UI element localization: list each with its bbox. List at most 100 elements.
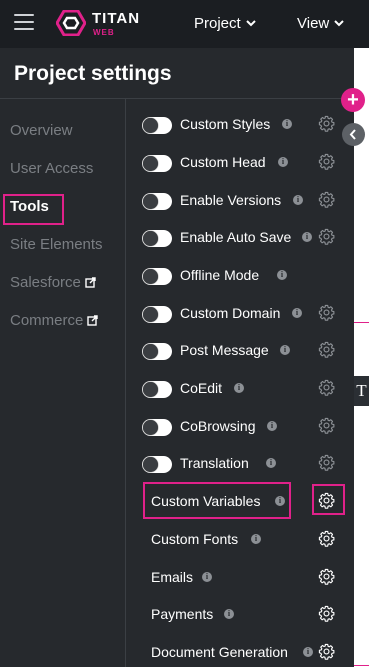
view-menu[interactable]: View (297, 15, 344, 32)
canvas-guide-line (354, 322, 369, 323)
nav-item-overview[interactable]: Overview (10, 122, 73, 139)
hamburger-menu-icon[interactable] (14, 14, 34, 32)
custom-domain-toggle[interactable] (142, 306, 172, 323)
setting-row-coedit: CoEdit i (140, 378, 340, 404)
nav-item-salesforce[interactable]: Salesforce (10, 274, 96, 291)
gear-icon[interactable] (318, 379, 335, 396)
gear-icon[interactable] (318, 643, 335, 660)
setting-label: Post Message (180, 342, 269, 358)
setting-row-custom-styles: Custom Styles i (140, 114, 340, 140)
info-icon[interactable]: i (303, 647, 313, 657)
setting-label: Enable Versions (180, 192, 282, 208)
setting-row-post-message: Post Message i (140, 340, 340, 366)
project-menu[interactable]: Project (194, 15, 256, 32)
info-icon[interactable]: i (292, 308, 302, 318)
info-icon[interactable]: i (234, 383, 244, 393)
panel-title: Project settings (14, 62, 172, 85)
external-link-icon (87, 315, 99, 326)
info-icon[interactable]: i (224, 609, 234, 619)
gear-icon[interactable] (318, 228, 335, 245)
gear-icon[interactable] (318, 304, 335, 321)
gear-icon[interactable] (318, 153, 335, 170)
setting-row-custom-head: Custom Head i (140, 152, 340, 178)
brand-name: TITAN (92, 10, 141, 27)
custom-head-toggle[interactable] (142, 155, 172, 172)
view-menu-label: View (297, 15, 330, 32)
gear-icon[interactable] (318, 605, 335, 622)
setting-row-payments: Payments i (140, 604, 340, 630)
setting-label: Custom Variables (151, 493, 261, 509)
info-icon[interactable]: i (275, 496, 285, 506)
nav-item-site-elements[interactable]: Site Elements (10, 236, 103, 253)
info-icon[interactable]: i (267, 421, 277, 431)
setting-label: Translation (180, 455, 249, 471)
info-icon[interactable]: i (293, 195, 303, 205)
setting-label: Enable Auto Save (180, 229, 292, 245)
divider (125, 99, 126, 667)
gear-icon[interactable] (318, 530, 335, 547)
divider (0, 98, 354, 99)
setting-label: Offline Mode (180, 267, 260, 283)
setting-label: Custom Styles (180, 116, 271, 132)
gear-icon[interactable] (318, 191, 335, 208)
top-app-bar: TITAN WEB Project View (0, 0, 369, 48)
coedit-toggle[interactable] (142, 381, 172, 398)
project-settings-panel: Project settings Overview User Access To… (0, 48, 354, 667)
nav-label: User Access (10, 160, 94, 177)
nav-label: Site Elements (10, 236, 103, 253)
nav-label: Overview (10, 122, 73, 139)
nav-item-commerce[interactable]: Commerce (10, 312, 99, 329)
titan-logo-icon (56, 10, 86, 36)
setting-label: Document Generation (151, 644, 288, 660)
info-icon[interactable]: i (302, 232, 312, 242)
gear-icon[interactable] (318, 568, 335, 585)
cobrowsing-toggle[interactable] (142, 419, 172, 436)
setting-row-document-generation: Document Generation i (140, 642, 340, 667)
canvas-guide-line (354, 665, 369, 666)
add-element-button[interactable]: + (341, 88, 365, 112)
setting-row-emails: Emails i (140, 567, 340, 593)
setting-label: CoBrowsing (180, 418, 256, 434)
gear-icon[interactable] (318, 417, 335, 434)
setting-row-enable-auto-save: Enable Auto Save i (140, 227, 340, 253)
info-icon[interactable]: i (278, 157, 288, 167)
gear-icon[interactable] (318, 341, 335, 358)
post-message-toggle[interactable] (142, 343, 172, 360)
text-tool-button[interactable]: T (354, 376, 369, 406)
tools-highlight (3, 194, 64, 225)
offline-mode-toggle[interactable] (142, 268, 172, 285)
chevron-down-icon (334, 20, 344, 27)
chevron-left-icon (349, 129, 356, 140)
setting-row-cobrowsing: CoBrowsing i (140, 416, 340, 442)
info-icon[interactable]: i (202, 572, 212, 582)
setting-label: Emails (151, 569, 194, 585)
info-icon[interactable]: i (266, 458, 276, 468)
custom-styles-toggle[interactable] (142, 117, 172, 134)
collapse-panel-button[interactable] (342, 123, 365, 146)
brand-subtitle: WEB (93, 28, 115, 37)
external-link-icon (85, 277, 96, 288)
gear-icon[interactable] (318, 115, 335, 132)
enable-versions-toggle[interactable] (142, 193, 172, 210)
setting-label: Custom Fonts (151, 531, 239, 547)
chevron-down-icon (245, 20, 256, 27)
gear-icon[interactable] (318, 492, 335, 509)
setting-row-translation: Translation i (140, 453, 340, 479)
setting-label: Payments (151, 606, 214, 622)
translation-toggle[interactable] (142, 456, 172, 473)
info-icon[interactable]: i (282, 119, 292, 129)
setting-row-custom-fonts: Custom Fonts i (140, 529, 340, 555)
setting-row-custom-domain: Custom Domain i (140, 303, 340, 329)
setting-label: Custom Domain (180, 305, 281, 321)
info-icon[interactable]: i (251, 534, 261, 544)
enable-auto-save-toggle[interactable] (142, 230, 172, 247)
project-menu-label: Project (194, 15, 241, 32)
setting-label: CoEdit (180, 380, 223, 396)
gear-icon[interactable] (318, 454, 335, 471)
info-icon[interactable]: i (280, 345, 290, 355)
setting-row-enable-versions: Enable Versions i (140, 190, 340, 216)
setting-label: Custom Head (180, 154, 266, 170)
nav-item-user-access[interactable]: User Access (10, 160, 93, 177)
setting-row-custom-variables: Custom Variables i (140, 491, 340, 517)
info-icon[interactable]: i (277, 270, 287, 280)
